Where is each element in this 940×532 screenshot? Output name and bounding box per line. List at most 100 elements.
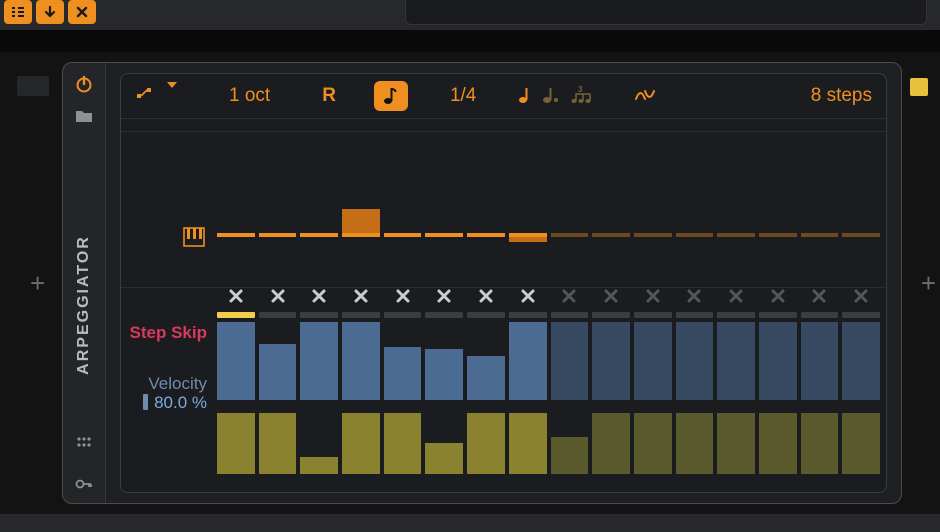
octave-range[interactable]: 1 oct	[229, 85, 270, 107]
velocity-bar[interactable]	[217, 322, 255, 400]
shape-icon[interactable]	[634, 87, 656, 106]
topbar-search-field[interactable]	[405, 0, 927, 25]
step-skip-toggle[interactable]	[467, 282, 505, 310]
retrigger-toggle[interactable]: R	[322, 85, 336, 107]
gate-bar[interactable]	[717, 413, 755, 474]
note-dotted-icon[interactable]	[542, 85, 560, 108]
gate-bar[interactable]	[342, 413, 380, 474]
step-cursor	[717, 312, 755, 318]
add-device-before-button[interactable]: +	[30, 268, 45, 299]
step-skip-toggle[interactable]	[676, 282, 714, 310]
chain-slot[interactable]	[17, 76, 49, 96]
velocity-bar[interactable]	[842, 322, 880, 400]
add-device-after-button[interactable]: +	[921, 268, 936, 299]
step-3[interactable]	[300, 123, 338, 486]
pattern-icon[interactable]	[135, 84, 153, 108]
topbar-down-button[interactable]	[36, 0, 64, 24]
velocity-bar[interactable]	[717, 322, 755, 400]
step-8[interactable]	[509, 123, 547, 486]
step-14[interactable]	[759, 123, 797, 486]
key-mapping-icon[interactable]	[73, 473, 95, 495]
note-length-modes[interactable]: 3	[518, 85, 592, 108]
gate-bar[interactable]	[759, 413, 797, 474]
rate-value[interactable]: 1/4	[450, 85, 476, 107]
velocity-bar[interactable]	[467, 356, 505, 400]
step-skip-toggle[interactable]	[300, 282, 338, 310]
step-skip-toggle[interactable]	[259, 282, 297, 310]
step-16[interactable]	[842, 123, 880, 486]
velocity-bar[interactable]	[300, 322, 338, 400]
velocity-bar[interactable]	[384, 347, 422, 400]
velocity-bar[interactable]	[592, 322, 630, 400]
velocity-bar[interactable]	[551, 322, 589, 400]
topbar-close-button[interactable]	[68, 0, 96, 24]
gate-bar[interactable]	[300, 457, 338, 474]
step-skip-toggle[interactable]	[801, 282, 839, 310]
gate-bar[interactable]	[425, 443, 463, 474]
velocity-bar[interactable]	[759, 322, 797, 400]
pattern-dropdown[interactable]	[167, 88, 177, 104]
step-skip-toggle[interactable]	[384, 282, 422, 310]
step-cursor	[467, 312, 505, 318]
gate-bar[interactable]	[634, 413, 672, 474]
step-cursor	[634, 312, 672, 318]
step-2[interactable]	[259, 123, 297, 486]
drag-handle-icon[interactable]	[73, 431, 95, 453]
arpeggiator-device: ARPEGGIATOR	[62, 62, 902, 504]
velocity-bar[interactable]	[634, 322, 672, 400]
keyboard-icon	[183, 227, 205, 247]
step-skip-toggle[interactable]	[759, 282, 797, 310]
velocity-bar[interactable]	[509, 322, 547, 400]
step-cursor	[217, 312, 255, 318]
step-cursor	[342, 312, 380, 318]
gate-bar[interactable]	[509, 413, 547, 474]
gate-bar[interactable]	[467, 413, 505, 474]
step-skip-toggle[interactable]	[717, 282, 755, 310]
step-skip-toggle[interactable]	[509, 282, 547, 310]
step-1[interactable]	[217, 123, 255, 486]
step-4[interactable]	[342, 123, 380, 486]
note-triplet-icon[interactable]: 3	[570, 85, 592, 108]
velocity-bar[interactable]	[425, 349, 463, 400]
velocity-value[interactable]: 80.0 %	[154, 393, 207, 412]
velocity-bar[interactable]	[259, 344, 297, 400]
step-cursor	[259, 312, 297, 318]
note-mode-button[interactable]	[374, 81, 408, 111]
device-title: ARPEGGIATOR	[75, 235, 93, 375]
chain-end-chip[interactable]	[910, 78, 928, 96]
power-button[interactable]	[73, 73, 95, 95]
step-skip-toggle[interactable]	[634, 282, 672, 310]
gate-bar[interactable]	[801, 413, 839, 474]
gate-bar[interactable]	[842, 413, 880, 474]
velocity-bar[interactable]	[801, 322, 839, 400]
gate-bar[interactable]	[592, 413, 630, 474]
velocity-bar[interactable]	[676, 322, 714, 400]
step-13[interactable]	[717, 123, 755, 486]
step-5[interactable]	[384, 123, 422, 486]
step-9[interactable]	[551, 123, 589, 486]
step-6[interactable]	[425, 123, 463, 486]
velocity-bar[interactable]	[342, 322, 380, 400]
step-10[interactable]	[592, 123, 630, 486]
gate-bar[interactable]	[259, 413, 297, 474]
gate-bar[interactable]	[384, 413, 422, 474]
step-skip-toggle[interactable]	[842, 282, 880, 310]
step-skip-toggle[interactable]	[217, 282, 255, 310]
step-skip-toggle[interactable]	[592, 282, 630, 310]
preset-folder-button[interactable]	[73, 105, 95, 127]
step-11[interactable]	[634, 123, 672, 486]
step-12[interactable]	[676, 123, 714, 486]
topbar-list-button[interactable]	[4, 0, 32, 24]
step-15[interactable]	[801, 123, 839, 486]
gate-bar[interactable]	[551, 437, 589, 474]
note-straight-icon[interactable]	[518, 85, 532, 108]
steps-count[interactable]: 8 steps	[811, 85, 872, 107]
step-skip-toggle[interactable]	[425, 282, 463, 310]
gate-bar[interactable]	[217, 413, 255, 474]
step-skip-label: Step Skip	[130, 319, 207, 347]
gate-bar[interactable]	[676, 413, 714, 474]
step-skip-toggle[interactable]	[551, 282, 589, 310]
step-skip-toggle[interactable]	[342, 282, 380, 310]
step-7[interactable]	[467, 123, 505, 486]
step-cursor	[509, 312, 547, 318]
